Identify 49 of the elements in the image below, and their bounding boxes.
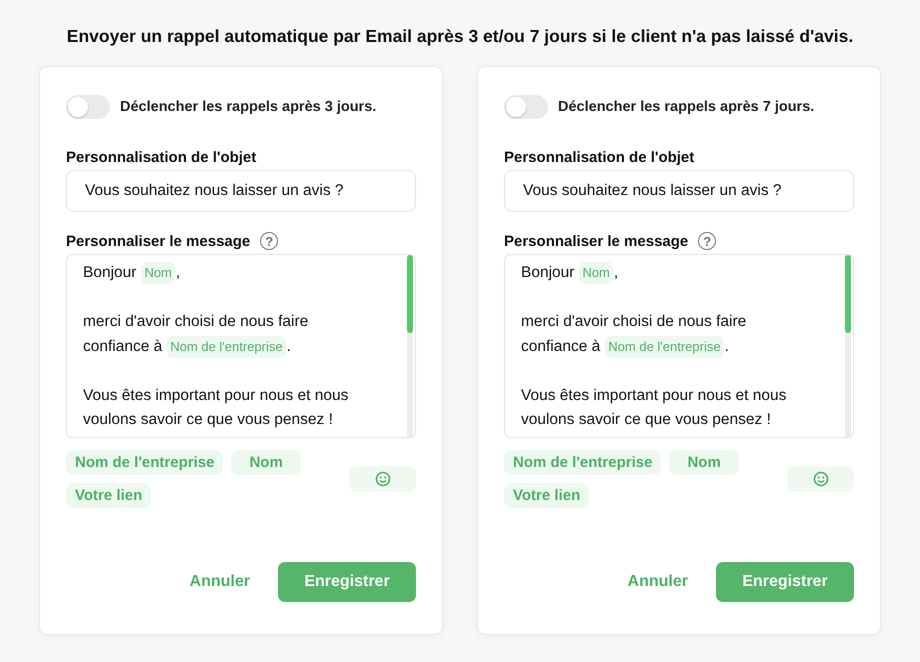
subject-field[interactable]: Vous souhaitez nous laisser un avis ? bbox=[66, 170, 416, 212]
cancel-button[interactable]: Annuler bbox=[624, 567, 692, 597]
emoji-button[interactable] bbox=[787, 466, 854, 492]
variable-chip[interactable]: Nom de l'entreprise bbox=[66, 450, 224, 475]
message-text: , bbox=[176, 263, 180, 283]
message-text: Vous êtes important pour nous et nous bbox=[521, 386, 786, 406]
subject-field[interactable]: Vous souhaitez nous laisser un avis ? bbox=[504, 170, 854, 212]
message-text: . bbox=[286, 336, 291, 356]
variable-tag: Nom bbox=[579, 262, 613, 284]
variable-chip[interactable]: Votre lien bbox=[66, 483, 152, 508]
toggle-switch[interactable] bbox=[504, 95, 548, 119]
variable-chip[interactable]: Nom bbox=[669, 450, 739, 475]
toggle-label: Déclencher les rappels après 3 jours. bbox=[120, 99, 376, 115]
field-label: Personnaliser le message bbox=[66, 232, 250, 250]
message-editor[interactable]: Bonjour Nom , merci d'avoir choisi de nous faire confiance à Nom de l'entreprise . Vous êtes important pour nous et nous voulons savoir ce que vous pensez ! bbox=[66, 254, 416, 438]
scrollbar[interactable] bbox=[845, 255, 851, 437]
scrollbar[interactable] bbox=[407, 255, 413, 437]
message-text: Vous êtes important pour nous et nous bbox=[83, 386, 348, 406]
smiley-icon bbox=[812, 471, 828, 487]
message-text: . bbox=[724, 336, 729, 356]
message-text: voulons savoir ce que vous pensez ! bbox=[521, 410, 771, 430]
page-heading: Envoyer un rappel automatique par Email après 3 et/ou 7 jours si le client n'a pas laissé d'avis. bbox=[66, 26, 854, 47]
save-button[interactable]: Enregistrer bbox=[716, 562, 854, 602]
variable-chip[interactable]: Nom de l'entreprise bbox=[504, 450, 662, 475]
message-text: , bbox=[614, 263, 618, 283]
message-editor[interactable]: Bonjour Nom , merci d'avoir choisi de nous faire confiance à Nom de l'entreprise . Vous êtes important pour nous et nous voulons savoir ce que vous pensez ! bbox=[504, 254, 854, 438]
message-text: merci d'avoir choisi de nous faire bbox=[83, 312, 308, 332]
cancel-button[interactable]: Annuler bbox=[186, 567, 254, 597]
message-text: Bonjour bbox=[521, 263, 574, 283]
variable-chip[interactable]: Nom bbox=[231, 450, 301, 475]
field-label: Personnaliser le message bbox=[504, 232, 688, 250]
smiley-icon bbox=[374, 471, 390, 487]
message-text: Bonjour bbox=[83, 263, 136, 283]
field-label: Personnalisation de l'objet bbox=[66, 149, 258, 166]
message-text: confiance à bbox=[83, 336, 162, 356]
emoji-button[interactable] bbox=[349, 466, 416, 492]
save-button[interactable]: Enregistrer bbox=[278, 562, 416, 602]
toggle-switch[interactable] bbox=[66, 95, 110, 119]
message-text: voulons savoir ce que vous pensez ! bbox=[83, 410, 333, 430]
variable-tag: Nom bbox=[141, 262, 175, 284]
help-icon[interactable]: ? bbox=[698, 232, 716, 250]
message-text: merci d'avoir choisi de nous faire bbox=[521, 312, 746, 332]
help-icon[interactable]: ? bbox=[260, 232, 278, 250]
variable-chip[interactable]: Votre lien bbox=[504, 483, 590, 508]
message-text: confiance à bbox=[521, 336, 600, 356]
variable-tag: Nom de l'entreprise bbox=[167, 336, 286, 358]
variable-tag: Nom de l'entreprise bbox=[605, 336, 724, 358]
field-label: Personnalisation de l'objet bbox=[504, 149, 696, 166]
toggle-label: Déclencher les rappels après 7 jours. bbox=[558, 99, 814, 115]
